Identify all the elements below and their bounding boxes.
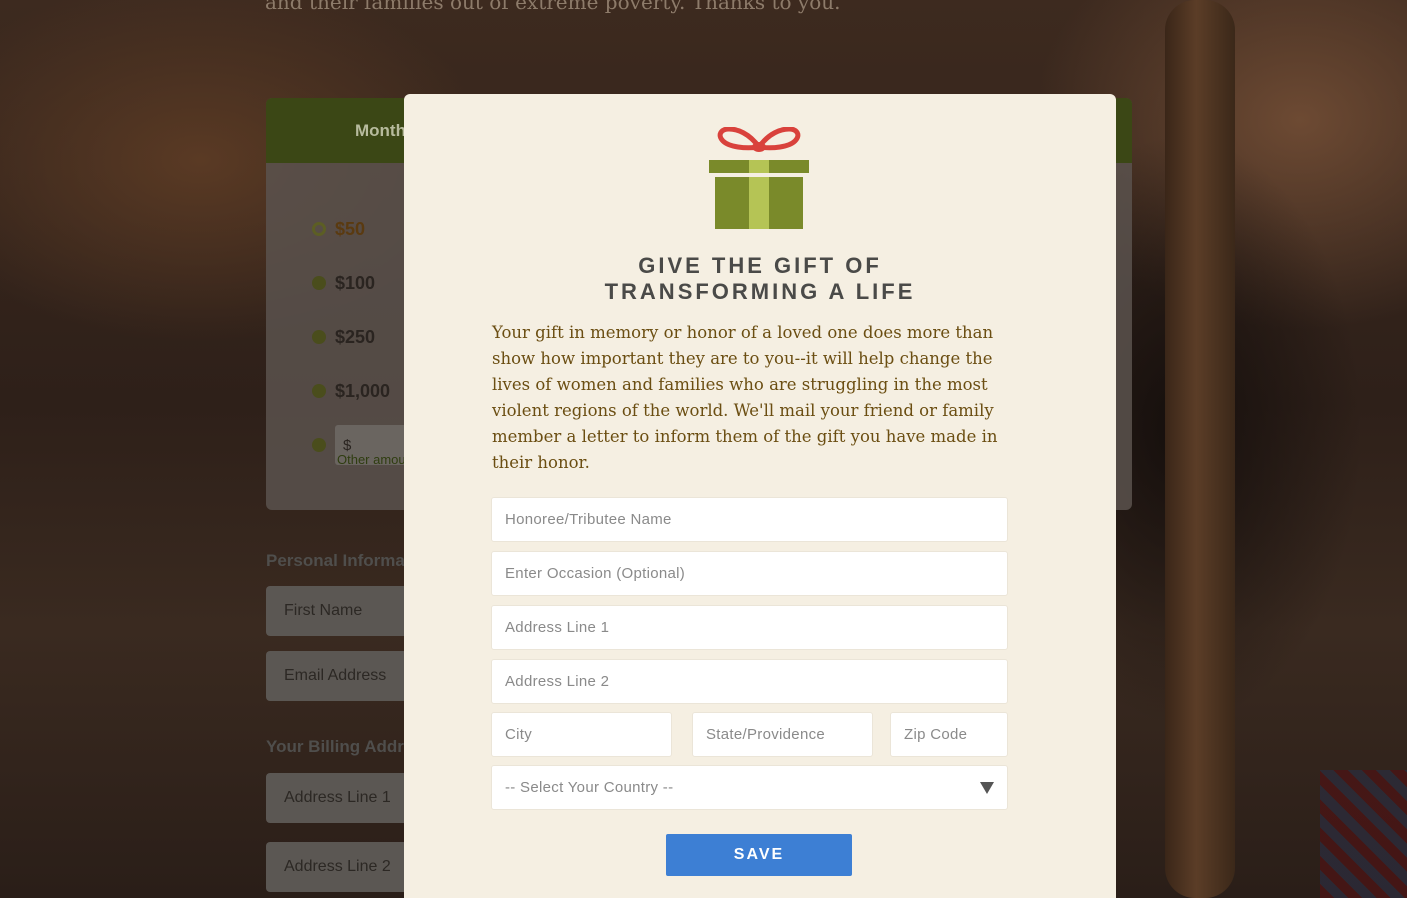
billing-address-line2-field[interactable]: Address Line 2 [266, 842, 426, 892]
billing-address-line1-field[interactable]: Address Line 1 [266, 773, 426, 823]
amount-label: $250 [335, 326, 376, 347]
occasion-input[interactable] [491, 551, 1008, 596]
intro-text: and their families out of extreme povert… [265, 0, 841, 14]
modal-title: GIVE THE GIFT OF TRANSFORMING A LIFE [404, 253, 1116, 305]
amount-label: $100 [335, 272, 376, 293]
background-wooden-pole [1165, 0, 1235, 898]
country-select[interactable]: -- Select Your Country -- [491, 765, 1008, 810]
radio-button[interactable] [312, 384, 326, 398]
address-line1-input[interactable] [491, 605, 1008, 650]
radio-button[interactable] [312, 438, 326, 452]
state-input[interactable] [692, 712, 873, 757]
amount-option-50[interactable]: $50 [312, 202, 415, 256]
city-input[interactable] [491, 712, 672, 757]
honoree-name-input[interactable] [491, 497, 1008, 542]
amount-options: $50 $100 $250 $1,000 $ [312, 202, 415, 472]
first-name-field[interactable]: First Name [266, 586, 426, 636]
background-plaid-cloth [1320, 770, 1407, 898]
radio-button[interactable] [312, 222, 326, 236]
amount-label: $1,000 [335, 380, 391, 401]
modal-description: Your gift in memory or honor of a loved … [492, 323, 998, 472]
modal-title-line1: GIVE THE GIFT OF [638, 253, 882, 278]
gift-tribute-modal: GIVE THE GIFT OF TRANSFORMING A LIFE You… [404, 94, 1116, 898]
amount-option-250[interactable]: $250 [312, 310, 415, 364]
amount-option-100[interactable]: $100 [312, 256, 415, 310]
country-select-value: -- Select Your Country -- [505, 779, 674, 796]
zip-code-input[interactable] [890, 712, 1008, 757]
dropdown-arrow-icon [980, 781, 994, 794]
amount-label: $50 [335, 218, 366, 239]
address-line2-input[interactable] [491, 659, 1008, 704]
gift-icon [709, 127, 809, 229]
radio-button[interactable] [312, 330, 326, 344]
save-button[interactable]: SAVE [666, 834, 852, 876]
amount-option-1000[interactable]: $1,000 [312, 364, 415, 418]
radio-button[interactable] [312, 276, 326, 290]
modal-title-line2: TRANSFORMING A LIFE [604, 279, 916, 304]
email-field[interactable]: Email Address [266, 651, 426, 701]
